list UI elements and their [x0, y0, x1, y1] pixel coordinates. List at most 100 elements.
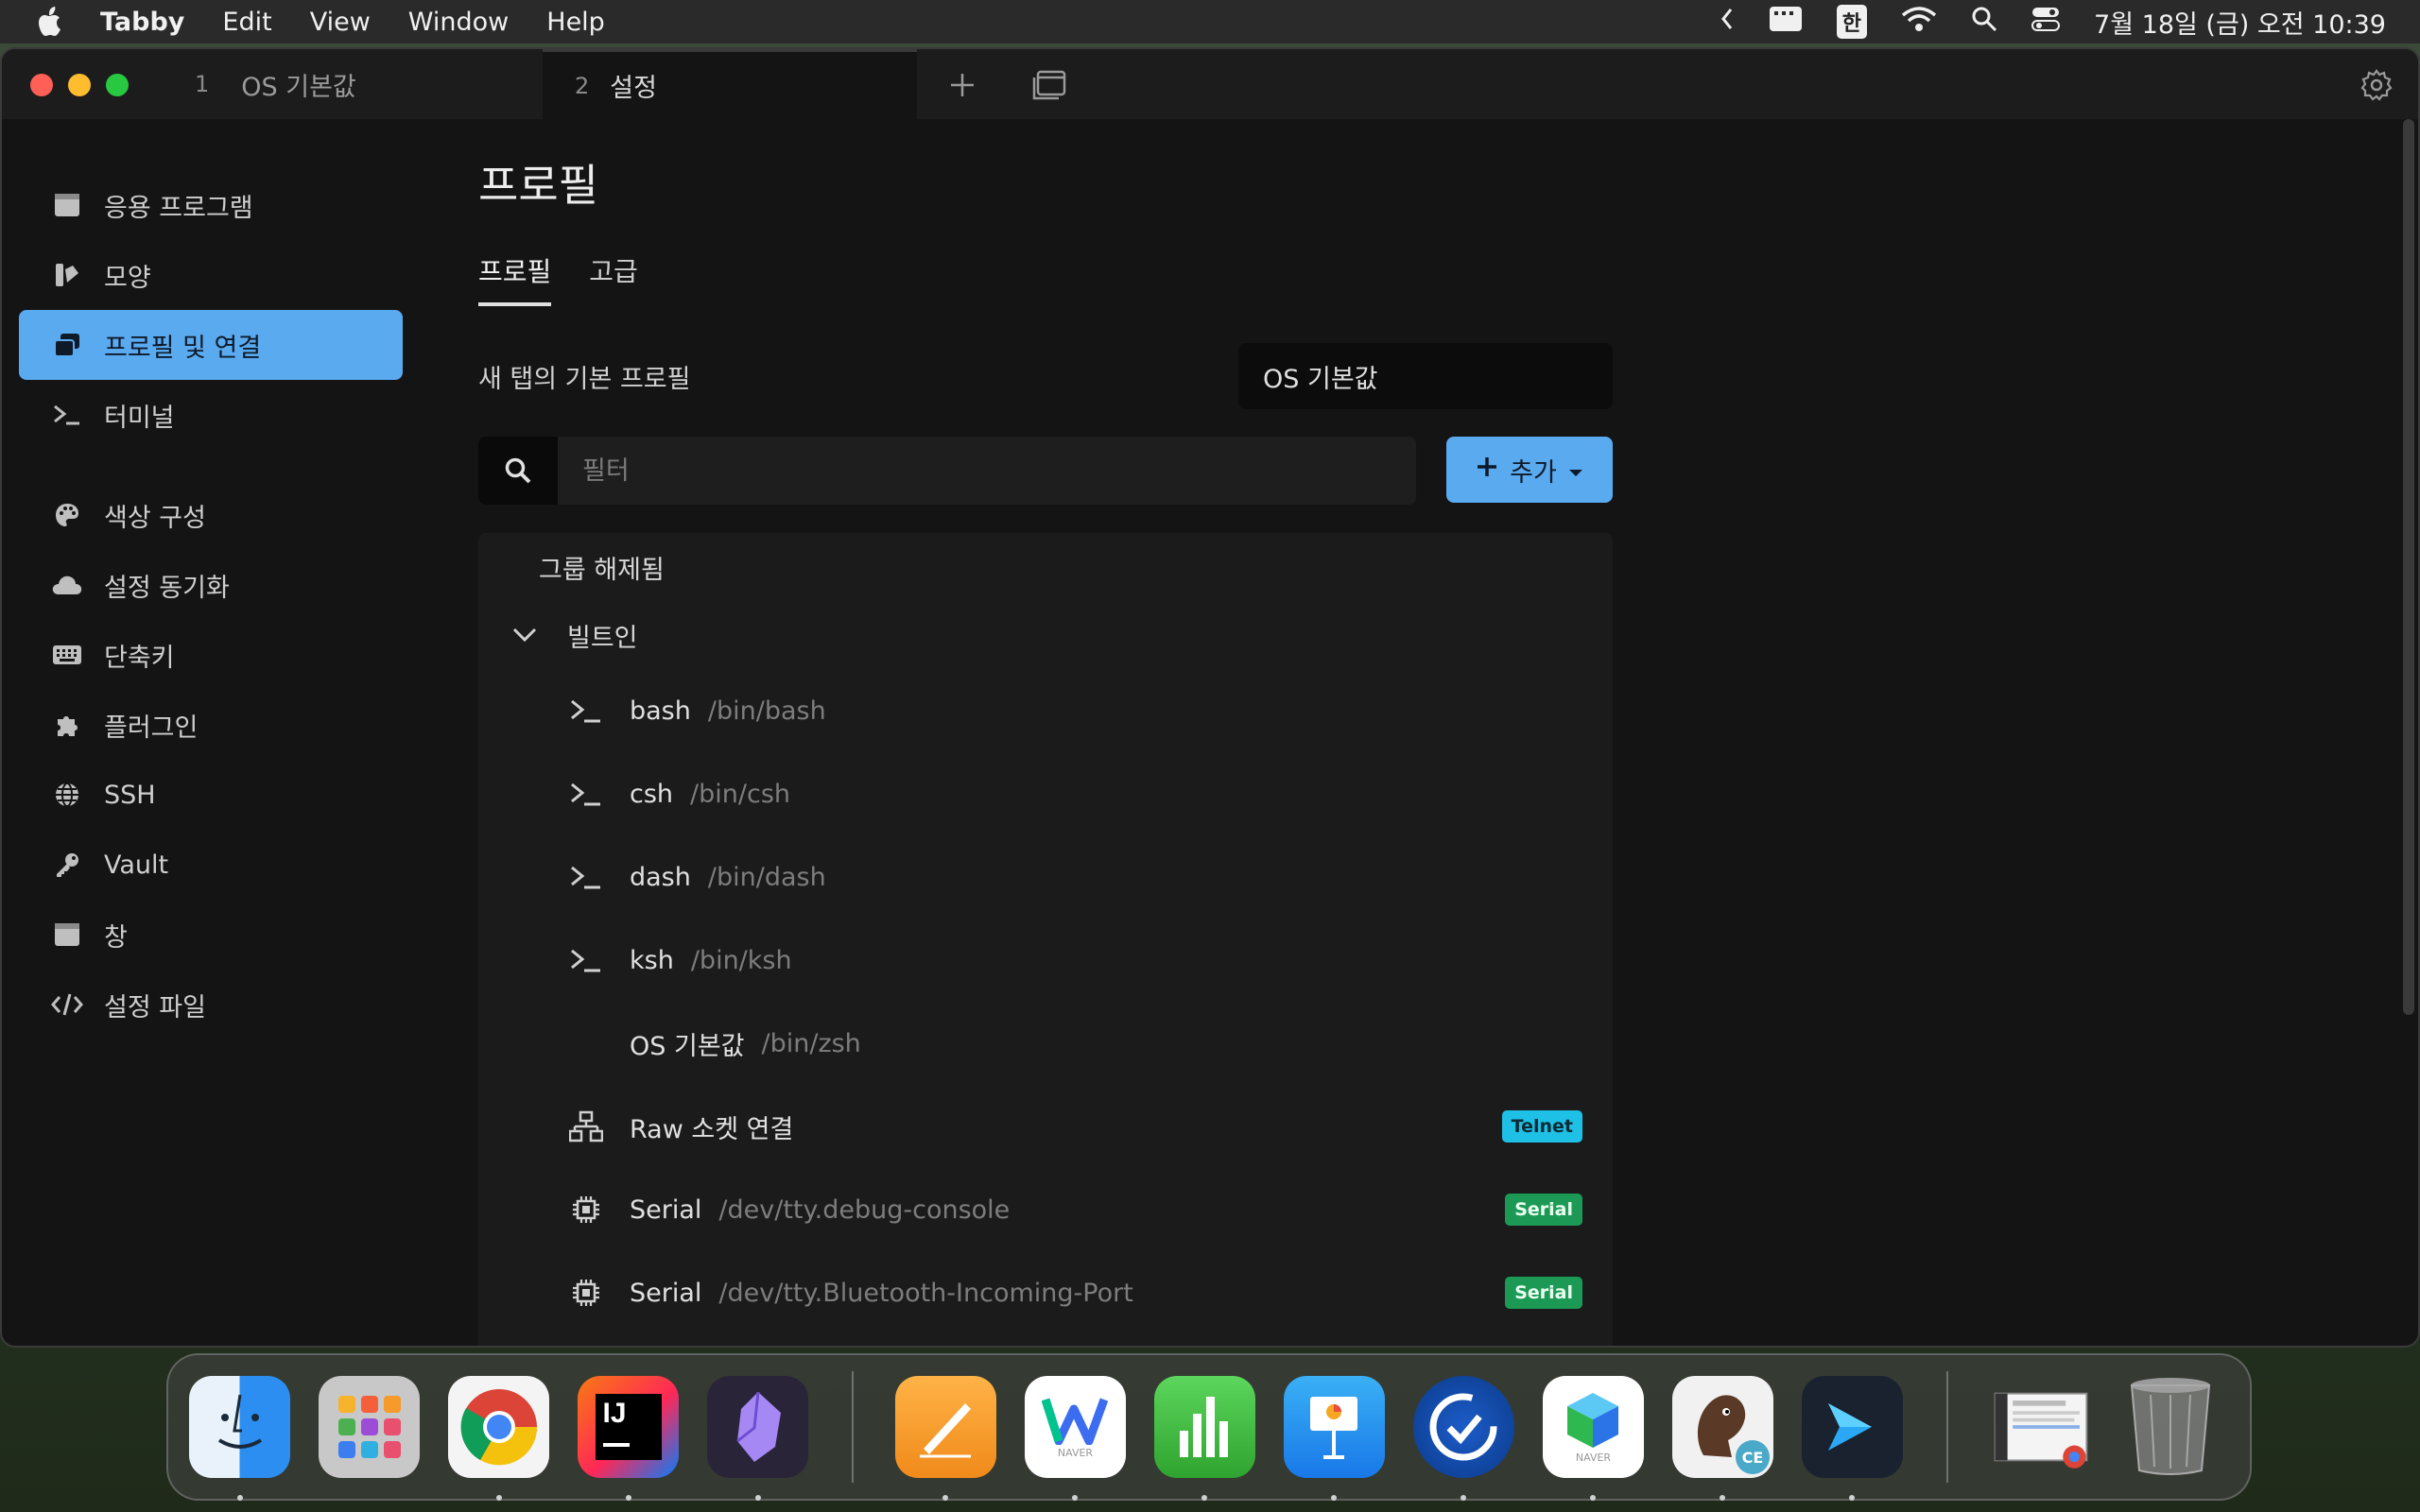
profile-name: OS 기본값: [630, 1031, 745, 1061]
dock-app-finder[interactable]: [189, 1376, 290, 1501]
sidebar-item-appearance[interactable]: 모양: [19, 240, 403, 310]
list-item[interactable]: dash /bin/dash: [478, 835, 1613, 919]
add-button-label: 추가: [1510, 457, 1557, 488]
apple-menu-icon[interactable]: [34, 5, 68, 39]
menu-view[interactable]: View: [310, 8, 371, 37]
macos-menubar: Tabby Edit View Window Help 한 7월 18일 (금)…: [0, 0, 2420, 43]
palette-swatch-icon: [51, 259, 83, 291]
sidebar-item-config-file[interactable]: 설정 파일: [19, 970, 403, 1040]
list-item[interactable]: Serial /dev/tty.debug-console Serial: [478, 1168, 1613, 1251]
sidebar-item-profiles[interactable]: 프로필 및 연결: [19, 310, 403, 380]
menu-app-name[interactable]: Tabby: [100, 8, 184, 37]
wifi-icon[interactable]: [1901, 6, 1937, 39]
sidebar-item-terminal[interactable]: 터미널: [19, 380, 403, 450]
tab-label: 설정: [610, 74, 657, 103]
sidebar-item-window[interactable]: 창: [19, 900, 403, 970]
sidebar-item-color-scheme[interactable]: 색상 구성: [19, 480, 403, 550]
menu-window[interactable]: Window: [408, 8, 509, 37]
group-ungrouped[interactable]: 그룹 해제됨: [478, 533, 1613, 601]
dock-app-keynote[interactable]: [1283, 1376, 1385, 1501]
network-icon: [567, 1108, 605, 1145]
sidebar-item-vault[interactable]: Vault: [19, 830, 403, 900]
tab-label: OS 기본값: [241, 72, 356, 102]
tab-settings[interactable]: 2 설정: [543, 49, 917, 119]
dock-app-numbers[interactable]: [1153, 1376, 1255, 1501]
globe-icon: [51, 779, 83, 811]
dock-app-chrome[interactable]: [448, 1376, 549, 1501]
dock-app-sync[interactable]: [1412, 1376, 1514, 1501]
profiles-window-icon[interactable]: [1030, 66, 1068, 104]
settings-gear-icon[interactable]: [2358, 66, 2395, 104]
profile-name: csh: [630, 779, 674, 809]
menu-help[interactable]: Help: [546, 8, 605, 37]
scrollbar[interactable]: [2403, 119, 2414, 1015]
list-item[interactable]: Raw 소켓 연결 Telnet: [478, 1085, 1613, 1168]
caret-down-icon: [1568, 455, 1583, 485]
sidebar-item-hotkeys[interactable]: 단축키: [19, 620, 403, 690]
sidebar-item-application[interactable]: 응용 프로그램: [19, 170, 403, 240]
dock-app-whale[interactable]: NAVER: [1024, 1376, 1126, 1501]
menu-edit[interactable]: Edit: [222, 8, 271, 37]
new-tab-plus-icon[interactable]: [943, 66, 981, 104]
tab-number: 1: [195, 71, 210, 97]
profile-path: /dev/tty.Bluetooth-Incoming-Port: [718, 1278, 1133, 1308]
input-method-indicator[interactable]: 한: [1836, 5, 1868, 39]
list-item[interactable]: ksh /bin/ksh: [478, 919, 1613, 1002]
list-item[interactable]: Serial /dev/tty.Bluetooth-Incoming-Port …: [478, 1251, 1613, 1334]
dock-app-obsidian[interactable]: [707, 1376, 808, 1501]
sidebar-item-label: 창: [104, 922, 128, 953]
plus-icon: [1476, 455, 1498, 485]
menubar-clock[interactable]: 7월 18일 (금) 오전 10:39: [2094, 4, 2386, 41]
minimize-window-button[interactable]: [68, 74, 91, 96]
group-label: 빌트인: [567, 623, 638, 653]
ce-badge: CE: [1735, 1440, 1770, 1474]
dock-app-launchpad[interactable]: [319, 1376, 420, 1478]
windows-stack-icon: [51, 329, 83, 361]
sidebar-item-label: 터미널: [104, 403, 175, 433]
dock-app-naver-works[interactable]: NAVER: [1542, 1376, 1644, 1501]
spotlight-search-icon[interactable]: [1971, 6, 1997, 39]
profile-name: Raw 소켓 연결: [630, 1114, 794, 1144]
dock-separator: [852, 1371, 854, 1483]
group-builtin[interactable]: 빌트인: [478, 601, 1613, 669]
terminal-icon: [567, 692, 605, 730]
code-icon: [51, 988, 83, 1021]
telnet-badge: Telnet: [1501, 1110, 1582, 1143]
tab-advanced[interactable]: 고급: [589, 251, 638, 306]
list-item[interactable]: bash /bin/bash: [478, 669, 1613, 752]
window-icon: [51, 919, 83, 951]
dock-app-intellij[interactable]: IJ: [578, 1376, 679, 1501]
dock-app-dbeaver[interactable]: CE: [1671, 1376, 1773, 1501]
list-item[interactable]: csh /bin/csh: [478, 752, 1613, 835]
profile-path: /bin/zsh: [761, 1028, 861, 1058]
profile-name: ksh: [630, 945, 674, 975]
menubar-app-icon[interactable]: [1769, 6, 1803, 39]
profile-name: bash: [630, 696, 691, 726]
cloud-icon: [51, 569, 83, 601]
dock-app-preview-window[interactable]: [1990, 1376, 2092, 1478]
close-window-button[interactable]: [30, 74, 53, 96]
search-icon: [478, 437, 558, 505]
zoom-window-button[interactable]: [106, 74, 129, 96]
profiles-list: 그룹 해제됨 빌트인 bash /bin/bash csh /bin/csh d…: [478, 533, 1613, 1346]
filter-input[interactable]: [558, 437, 1416, 505]
profile-path: /bin/dash: [707, 862, 826, 892]
sidebar-item-label: Vault: [104, 850, 169, 880]
add-profile-button[interactable]: 추가: [1446, 437, 1613, 503]
naver-label: NAVER: [1057, 1446, 1094, 1459]
dock-app-tabby[interactable]: [1801, 1376, 1903, 1501]
terminal-icon: [567, 858, 605, 896]
puzzle-icon: [51, 709, 83, 741]
dock-trash-icon[interactable]: [2120, 1376, 2221, 1478]
control-center-icon[interactable]: [2031, 6, 2061, 39]
tab-os-default[interactable]: 1 OS 기본값: [195, 49, 541, 119]
sidebar-item-config-sync[interactable]: 설정 동기화: [19, 550, 403, 620]
chevron-left-icon[interactable]: [1720, 7, 1735, 38]
sidebar-item-ssh[interactable]: SSH: [19, 760, 403, 830]
dock-app-pages[interactable]: [894, 1376, 996, 1501]
profile-path: /dev/tty.debug-console: [718, 1194, 1011, 1225]
default-profile-select[interactable]: OS 기본값: [1238, 343, 1613, 409]
tab-profiles[interactable]: 프로필: [478, 251, 552, 306]
list-item[interactable]: OS 기본값 /bin/zsh: [478, 1002, 1613, 1085]
sidebar-item-plugins[interactable]: 플러그인: [19, 690, 403, 760]
